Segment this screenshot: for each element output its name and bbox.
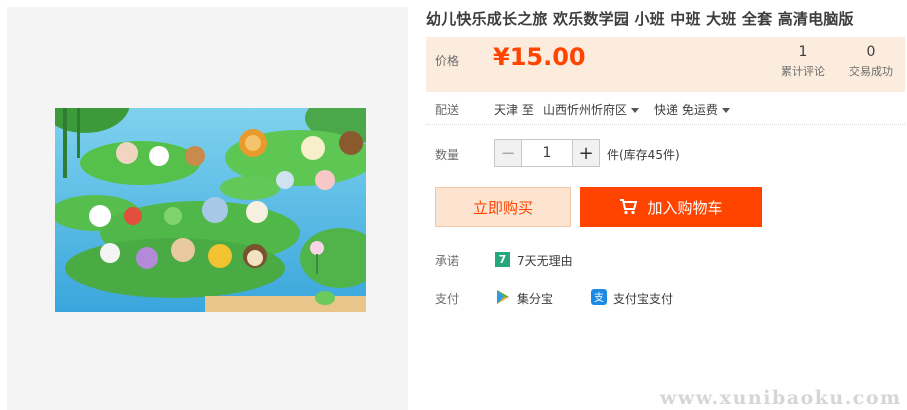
shipping-destination-text: 山西忻州忻府区	[543, 103, 628, 117]
price-label: 价格	[435, 54, 460, 68]
payment-option-jifenbao[interactable]: 集分宝	[517, 290, 553, 307]
chevron-down-icon	[721, 108, 730, 113]
stock-text: 件(库存45件)	[607, 148, 680, 162]
shipping-destination-select[interactable]: 山西忻州忻府区	[543, 101, 640, 118]
reviews-stat[interactable]: 1 累计评论	[778, 44, 828, 79]
add-to-cart-label: 加入购物车	[647, 198, 723, 217]
shipping-method-text: 快递 免运费	[654, 103, 718, 117]
quantity-stepper: − 1 +	[494, 139, 600, 167]
divider	[426, 124, 905, 125]
shipping-method-select[interactable]: 快递 免运费	[654, 101, 730, 118]
watermark: www.xunibaoku.com	[660, 387, 902, 409]
seven-day-return-icon: 7	[495, 252, 510, 267]
shipping-label: 配送	[435, 103, 460, 117]
product-gallery	[7, 7, 408, 410]
quantity-increase-button[interactable]: +	[572, 139, 600, 167]
alipay-icon: 支	[591, 289, 607, 305]
reviews-count: 1	[798, 44, 808, 60]
add-to-cart-button[interactable]: 加入购物车	[580, 187, 762, 227]
payment-option-alipay[interactable]: 支付宝支付	[613, 290, 673, 307]
shipping-from: 天津 至	[494, 103, 534, 117]
price-panel: 价格 ¥15.00 1 累计评论 0 交易成功	[426, 37, 905, 92]
product-title: 幼儿快乐成长之旅 欢乐数学园 小班 中班 大班 全套 高清电脑版	[426, 10, 854, 28]
jifenbao-icon	[497, 290, 509, 304]
sales-label: 交易成功	[849, 65, 893, 78]
quantity-decrease-button[interactable]: −	[494, 139, 522, 167]
price-value: ¥15.00	[493, 43, 586, 71]
reviews-label: 累计评论	[781, 65, 825, 78]
sales-count: 0	[866, 44, 876, 60]
chevron-down-icon	[631, 108, 640, 113]
payment-label: 支付	[435, 292, 460, 306]
quantity-input[interactable]: 1	[522, 139, 572, 167]
buy-now-button[interactable]: 立即购买	[435, 187, 571, 227]
promise-label: 承诺	[435, 254, 460, 268]
quantity-label: 数量	[435, 148, 460, 162]
buy-now-label: 立即购买	[472, 198, 533, 217]
svg-text:支: 支	[594, 292, 604, 304]
cart-icon	[620, 199, 638, 215]
sales-stat: 0 交易成功	[844, 44, 898, 79]
promise-text[interactable]: 7天无理由	[517, 252, 573, 269]
product-image[interactable]	[55, 108, 366, 312]
